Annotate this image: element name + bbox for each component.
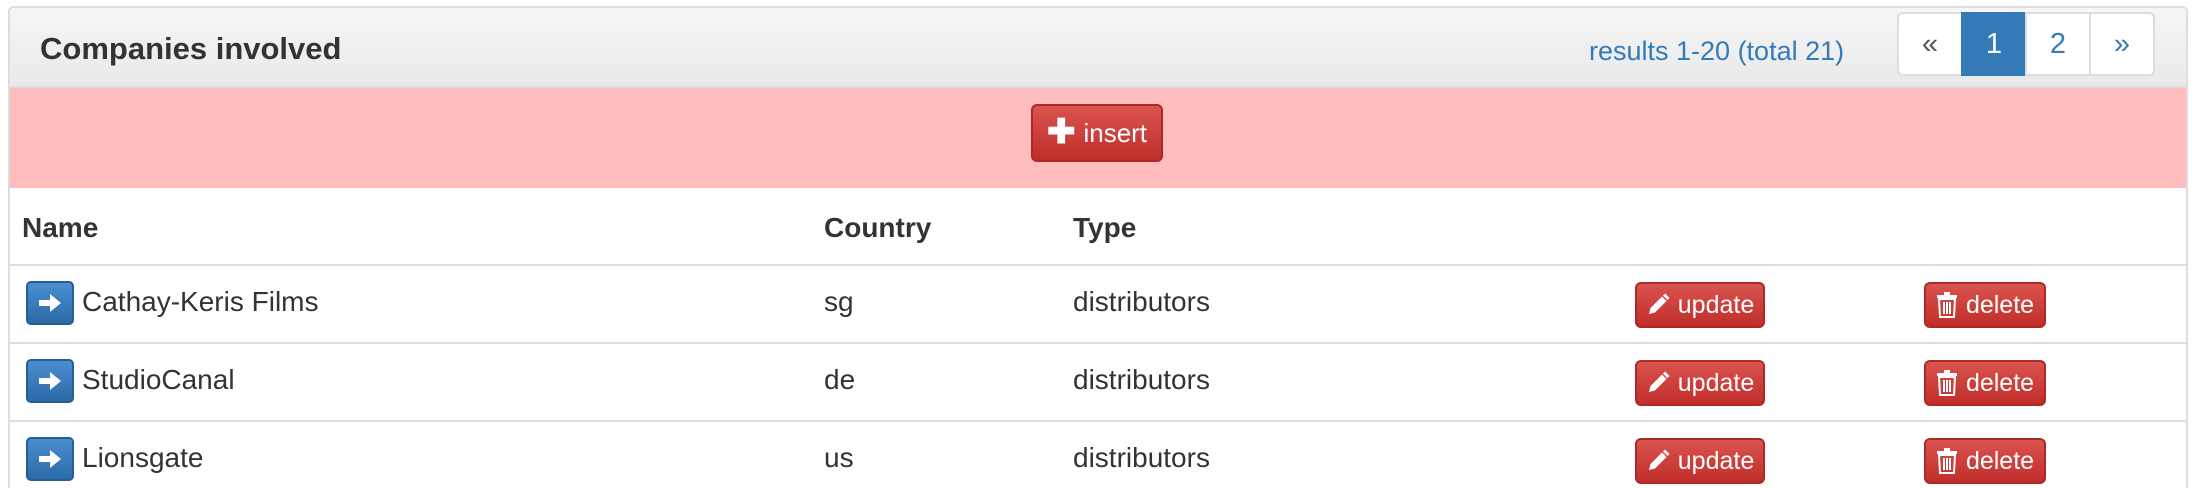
- delete-button[interactable]: delete: [1924, 282, 2046, 328]
- update-label: update: [1677, 290, 1755, 319]
- company-country: us: [824, 442, 854, 473]
- company-country: sg: [824, 286, 854, 317]
- open-company-button[interactable]: [26, 437, 74, 481]
- company-name: Cathay-Keris Films: [82, 286, 319, 317]
- companies-table: Name Country Type Cathay-Keris Films sg …: [10, 188, 2186, 488]
- update-label: update: [1677, 368, 1755, 397]
- update-label: update: [1677, 446, 1755, 475]
- arrow-right-icon: [39, 450, 61, 468]
- table-row: Lionsgate us distributors update delete: [10, 422, 2186, 488]
- open-company-button[interactable]: [26, 359, 74, 403]
- companies-panel: Companies involved results 1-20 (total 2…: [8, 6, 2188, 488]
- pagination-page-2[interactable]: 2: [2025, 12, 2091, 76]
- pagination: « 1 2 »: [1897, 12, 2155, 76]
- company-name: Lionsgate: [82, 442, 204, 473]
- arrow-right-icon: [39, 294, 61, 312]
- trash-icon: [1936, 448, 1957, 474]
- column-header-type: Type: [1073, 212, 1137, 243]
- table-row: StudioCanal de distributors update delet…: [10, 344, 2186, 422]
- company-type: distributors: [1073, 364, 1210, 395]
- insert-bar: ✚ insert: [10, 88, 2186, 188]
- delete-button[interactable]: delete: [1924, 438, 2046, 484]
- pagination-prev[interactable]: «: [1897, 12, 1963, 76]
- column-header-country: Country: [824, 212, 932, 243]
- table-header: Name Country Type: [10, 188, 2186, 266]
- company-type: distributors: [1073, 286, 1210, 317]
- pagination-next[interactable]: »: [2089, 12, 2155, 76]
- arrow-right-icon: [39, 372, 61, 390]
- column-header-name: Name: [22, 212, 99, 243]
- pencil-icon: [1648, 371, 1670, 392]
- delete-label: delete: [1965, 368, 2035, 397]
- pencil-icon: [1648, 293, 1670, 314]
- open-company-button[interactable]: [26, 281, 74, 325]
- insert-button[interactable]: ✚ insert: [1031, 104, 1163, 162]
- insert-label: insert: [1083, 117, 1148, 148]
- delete-button[interactable]: delete: [1924, 360, 2046, 406]
- results-count: results 1-20 (total 21): [1589, 36, 1845, 66]
- delete-label: delete: [1965, 446, 2035, 475]
- pagination-page-1[interactable]: 1: [1961, 12, 2027, 76]
- update-button[interactable]: update: [1635, 438, 1765, 484]
- delete-label: delete: [1965, 290, 2035, 319]
- update-button[interactable]: update: [1635, 282, 1765, 328]
- pencil-icon: [1648, 449, 1670, 470]
- company-type: distributors: [1073, 442, 1210, 473]
- table-row: Cathay-Keris Films sg distributors updat…: [10, 266, 2186, 344]
- update-button[interactable]: update: [1635, 360, 1765, 406]
- company-country: de: [824, 364, 856, 395]
- panel-heading: Companies involved results 1-20 (total 2…: [10, 8, 2186, 88]
- company-name: StudioCanal: [82, 364, 235, 395]
- trash-icon: [1936, 292, 1957, 318]
- plus-icon: ✚: [1046, 112, 1076, 151]
- trash-icon: [1936, 370, 1957, 396]
- panel-title: Companies involved: [40, 31, 342, 66]
